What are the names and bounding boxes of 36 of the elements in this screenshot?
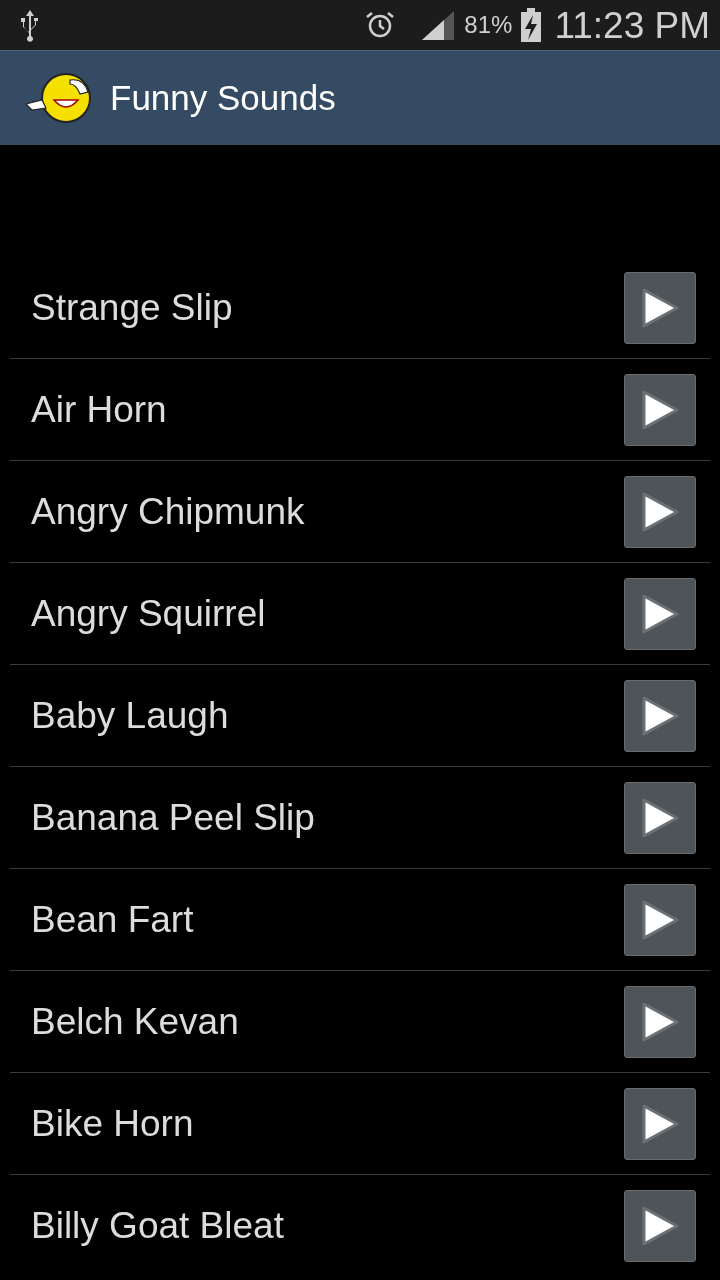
play-icon [640,286,680,329]
play-icon [640,898,680,941]
play-icon [640,592,680,635]
play-button[interactable] [624,1190,696,1262]
sound-name[interactable]: Strange Slip [31,279,233,336]
laughing-smiley-icon[interactable] [24,70,94,126]
signal-icon [420,9,457,41]
sound-name[interactable]: Baby Laugh [31,687,229,744]
sound-name[interactable]: Bean Fart [31,891,194,948]
battery-percent: 81% [464,10,513,40]
play-button[interactable] [624,781,696,854]
play-button[interactable] [624,475,696,548]
play-button[interactable] [624,373,696,446]
play-button[interactable] [624,1087,696,1160]
play-icon [640,388,680,431]
sound-name[interactable]: Billy Goat Bleat [31,1198,284,1254]
sound-name[interactable]: Banana Peel Slip [31,789,315,846]
sound-name[interactable]: Belch Kevan [31,993,239,1050]
sound-name[interactable]: Angry Chipmunk [31,483,305,540]
play-button[interactable] [624,577,696,650]
sound-name[interactable]: Air Horn [31,381,167,438]
clock-time: 11:23 PM [554,6,710,44]
sound-name[interactable]: Angry Squirrel [31,585,266,642]
play-icon [640,490,680,533]
play-button[interactable] [624,985,696,1058]
play-button[interactable] [624,883,696,956]
play-icon [640,694,680,737]
battery-charging-icon [520,8,543,42]
play-icon [640,1102,680,1145]
app-title: Funny Sounds [110,76,336,119]
sound-name[interactable]: Bike Horn [31,1095,194,1152]
play-icon [640,796,680,839]
play-button[interactable] [624,271,696,344]
play-icon [640,1205,680,1247]
play-button[interactable] [624,679,696,752]
play-icon [640,1000,680,1043]
